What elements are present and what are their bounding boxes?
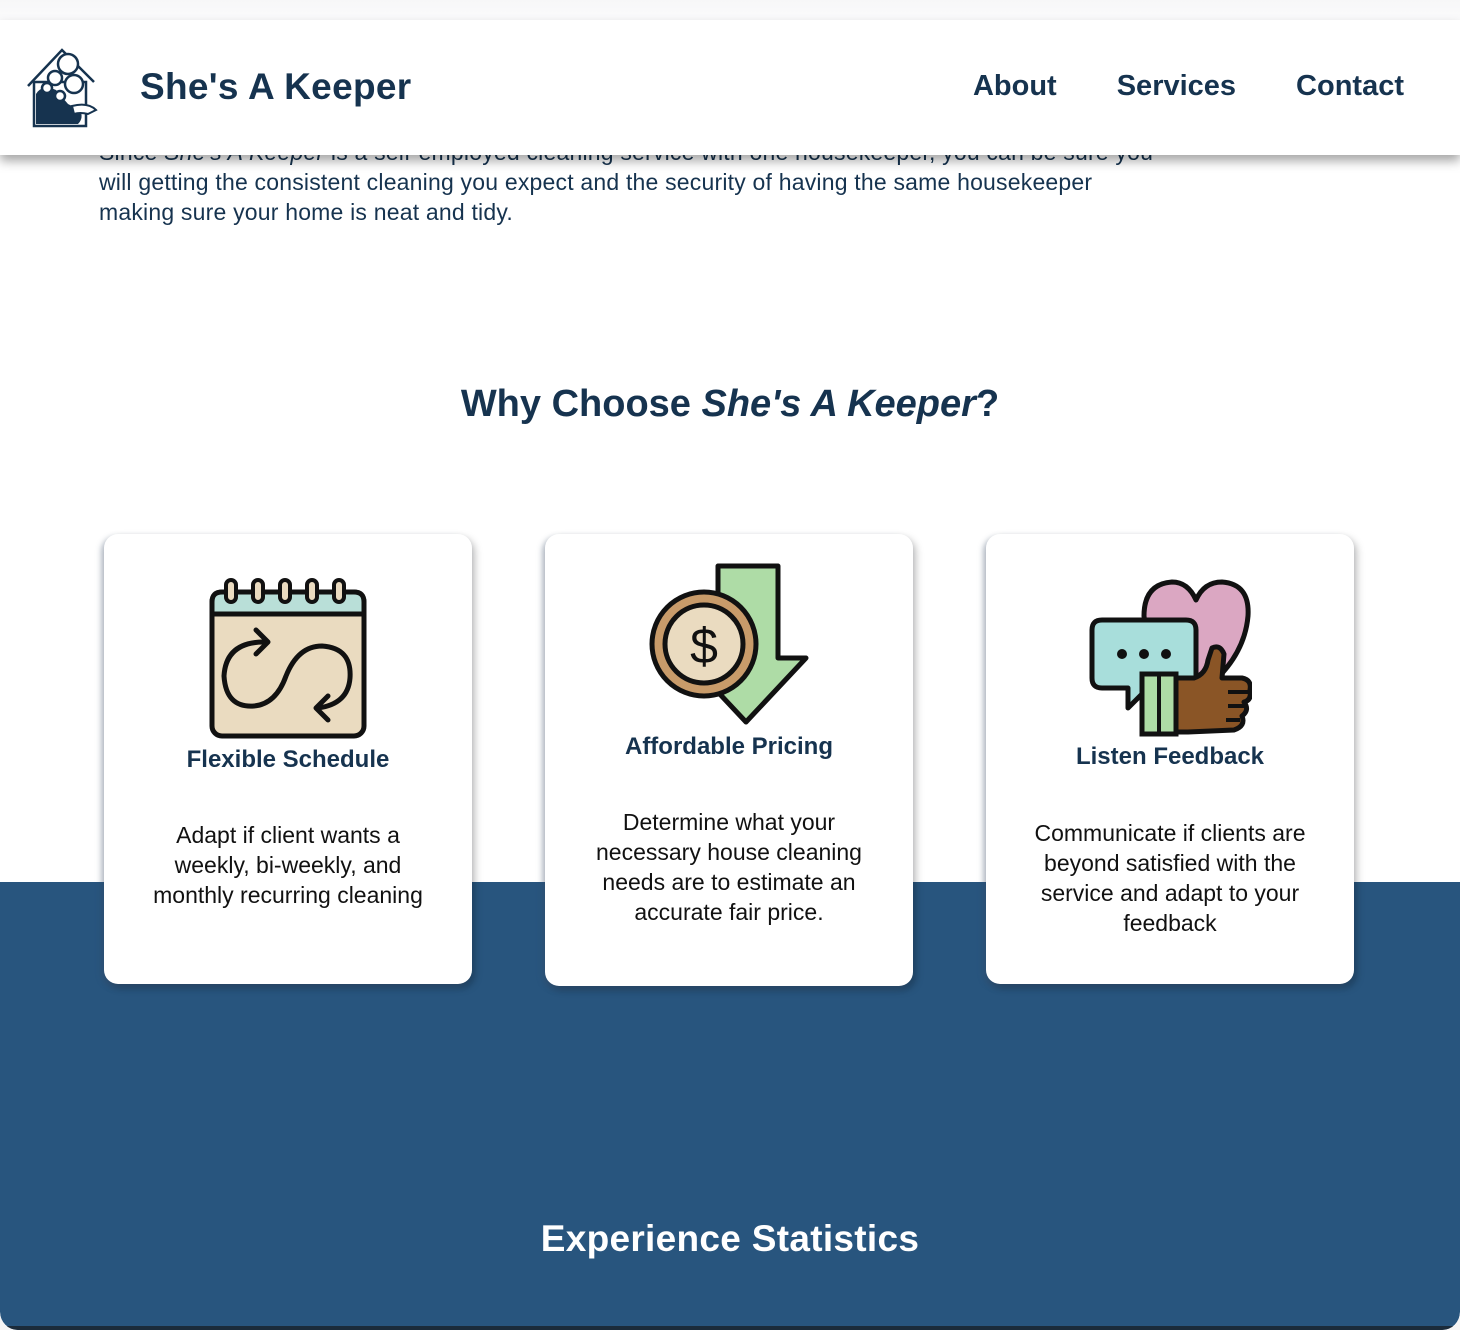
card-title: Flexible Schedule (186, 746, 390, 773)
why-choose-heading: Why Choose She's A Keeper? (460, 383, 1000, 425)
card-title: Listen Feedback (1075, 743, 1265, 770)
nav-about[interactable]: About (973, 70, 1057, 103)
card-description: Communicate if clients are beyond satisf… (1034, 820, 1306, 936)
nav-contact[interactable]: Contact (1296, 70, 1404, 103)
experience-statistics-heading: Experience Statistics (540, 1218, 920, 1259)
svg-text:$: $ (690, 618, 718, 674)
feedback-thumbs-up-icon (1089, 579, 1252, 737)
intro-line-2: will getting the consistent cleaning you… (99, 169, 1093, 195)
card-title: Affordable Pricing (624, 733, 834, 760)
card-description: Adapt if client wants a weekly, bi-weekl… (153, 822, 423, 908)
top-strip (0, 0, 1460, 20)
card-description: Determine what your necessary house clea… (596, 809, 862, 925)
intro-line-3: making sure your home is neat and tidy. (99, 199, 513, 225)
bottom-edge (0, 1326, 1460, 1330)
feature-card-flexible-schedule: Flexible Schedule Adapt if client wants … (104, 534, 472, 984)
site-header: She's A Keeper About Services Contact (0, 20, 1460, 155)
house-bubbles-logo-icon[interactable] (22, 44, 100, 130)
main-nav: About Services Contact (973, 70, 1404, 103)
brand-name[interactable]: She's A Keeper (140, 66, 411, 108)
nav-services[interactable]: Services (1117, 70, 1236, 103)
calendar-repeat-icon (209, 578, 367, 739)
feature-card-listen-feedback: Listen Feedback Communicate if clients a… (986, 534, 1354, 984)
feature-card-affordable-pricing: $ Affordable Pricing Determine what your… (545, 534, 913, 986)
page: She's A Keeper About Services Contact Si… (0, 0, 1460, 1330)
price-drop-coin-icon: $ (649, 563, 809, 725)
